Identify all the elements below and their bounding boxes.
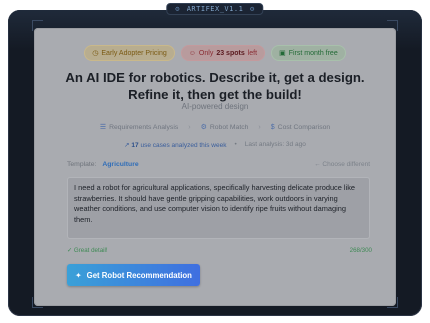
requirements-input[interactable]: I need a robot for agricultural applicat… xyxy=(67,177,370,239)
gift-icon: ▣ xyxy=(279,50,286,57)
early-adopter-pill: ◷ Early Adopter Pricing xyxy=(84,45,175,61)
weekly-count: ↗ 17 use cases analyzed this week xyxy=(124,141,226,149)
step-label: Cost Comparison xyxy=(277,123,331,131)
step-requirements: ☰ Requirements Analysis xyxy=(99,123,179,132)
chevron-right-icon: › xyxy=(188,123,191,131)
pill-suffix: left xyxy=(247,49,258,57)
pill-prefix: Only xyxy=(198,49,214,57)
clock-icon: ◷ xyxy=(92,50,99,57)
users-icon: ☺ xyxy=(188,49,196,57)
choose-different-link[interactable]: ← Choose different xyxy=(314,161,370,168)
step-cost-comparison: $ Cost Comparison xyxy=(271,124,330,131)
template-label: Template: xyxy=(67,161,97,168)
input-quality-status: ✓ Great detail! xyxy=(67,247,108,254)
button-label: Get Robot Recommendation xyxy=(86,270,192,280)
main-card: ◷ Early Adopter Pricing ☺ Only 23 spots … xyxy=(34,28,396,306)
page-title: An AI IDE for robotics. Describe it, get… xyxy=(65,70,365,102)
version-label: ARTIFEX_V1.1 xyxy=(186,5,244,13)
sparkle-icon: ✦ xyxy=(75,270,82,280)
list-icon: ☰ xyxy=(99,124,107,131)
weekly-count-number: 17 xyxy=(131,142,139,149)
page-subtitle: AI-powered design xyxy=(181,102,249,111)
last-analysis: Last analysis: 3d ago xyxy=(244,141,306,148)
character-count: 268/300 xyxy=(349,247,372,254)
step-label: Robot Match xyxy=(209,123,249,131)
pill-label: First month free xyxy=(288,49,338,57)
usage-stats: ↗ 17 use cases analyzed this week • Last… xyxy=(34,141,396,149)
template-value: Agriculture xyxy=(102,161,139,168)
gear-icon: ⚙ xyxy=(175,5,180,13)
robot-icon: ⚙ xyxy=(200,124,207,131)
pill-count: 23 spots xyxy=(216,49,245,57)
gear-icon: ⚙ xyxy=(250,5,255,13)
process-steps: ☰ Requirements Analysis › ⚙ Robot Match … xyxy=(34,123,396,132)
version-badge: ⚙ ARTIFEX_V1.1 ⚙ xyxy=(166,3,264,15)
promo-pills: ◷ Early Adopter Pricing ☺ Only 23 spots … xyxy=(34,45,396,61)
template-indicator: Template: Agriculture xyxy=(67,161,139,168)
step-label: Requirements Analysis xyxy=(109,123,179,131)
spots-left-pill: ☺ Only 23 spots left xyxy=(180,45,266,61)
trend-icon: ↗ xyxy=(124,142,130,149)
bullet-separator: • xyxy=(234,141,237,148)
dollar-icon: $ xyxy=(270,123,275,131)
step-robot-match: ⚙ Robot Match xyxy=(200,123,249,132)
weekly-count-text: use cases analyzed this week xyxy=(140,142,227,149)
get-recommendation-button[interactable]: ✦ Get Robot Recommendation xyxy=(67,264,200,286)
free-month-pill: ▣ First month free xyxy=(271,45,346,61)
chevron-right-icon: › xyxy=(258,123,261,131)
pill-label: Early Adopter Pricing xyxy=(101,49,167,57)
